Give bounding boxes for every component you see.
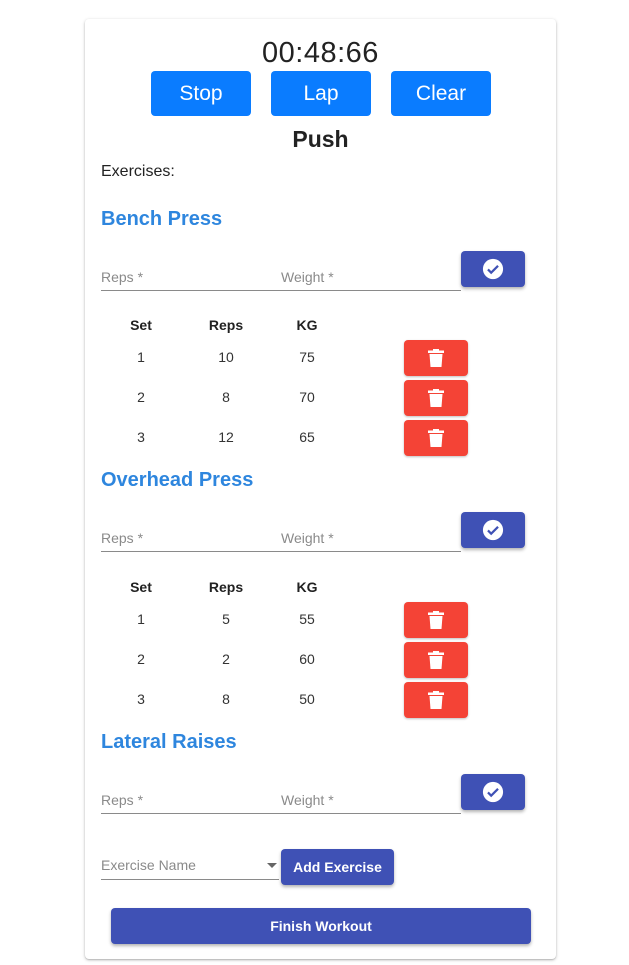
cell-kg: 50 <box>299 691 315 707</box>
exercise-title: Bench Press <box>101 208 223 230</box>
cell-set: 3 <box>137 429 145 445</box>
delete-set-button[interactable] <box>404 602 468 638</box>
delete-set-button[interactable] <box>404 420 468 456</box>
add-set-button[interactable] <box>461 251 525 287</box>
delete-set-button[interactable] <box>404 682 468 718</box>
exercise-title: Overhead Press <box>101 469 254 491</box>
finish-workout-button[interactable]: Finish Workout <box>111 908 531 944</box>
add-set-button[interactable] <box>461 512 525 548</box>
col-header-reps: Reps <box>208 317 244 333</box>
cell-reps: 10 <box>218 349 234 365</box>
cell-reps: 5 <box>222 611 230 627</box>
weight-input[interactable]: Weight * <box>281 789 461 814</box>
check-circle-icon <box>482 258 504 280</box>
add-set-button[interactable] <box>461 774 525 810</box>
reps-input[interactable]: Reps * <box>101 527 281 552</box>
lap-button[interactable]: Lap <box>271 71 371 116</box>
col-header-set: Set <box>130 579 152 595</box>
exercise-title: Lateral Raises <box>101 731 237 753</box>
col-header-set: Set <box>130 317 152 333</box>
workout-title: Push <box>292 126 349 152</box>
col-header-kg: KG <box>296 317 318 333</box>
check-circle-icon <box>482 519 504 541</box>
exercise-name-placeholder: Exercise Name <box>101 857 196 873</box>
delete-set-button[interactable] <box>404 340 468 376</box>
clear-button[interactable]: Clear <box>391 71 491 116</box>
weight-input[interactable]: Weight * <box>281 266 461 291</box>
delete-set-button[interactable] <box>404 642 468 678</box>
exercises-label: Exercises: <box>101 163 175 180</box>
trash-icon <box>428 611 444 629</box>
weight-label: Weight * <box>281 530 334 546</box>
workout-card: 00:48:66 Stop Lap Clear Push Exercises: … <box>85 19 556 959</box>
exercise-name-select[interactable]: Exercise Name <box>101 851 279 880</box>
weight-input[interactable]: Weight * <box>281 527 461 552</box>
cell-reps: 8 <box>222 389 230 405</box>
col-header-reps: Reps <box>208 579 244 595</box>
cell-kg: 65 <box>299 429 315 445</box>
check-circle-icon <box>482 781 504 803</box>
cell-kg: 75 <box>299 349 315 365</box>
reps-label: Reps * <box>101 269 144 285</box>
trash-icon <box>428 389 444 407</box>
add-exercise-button[interactable]: Add Exercise <box>281 849 394 885</box>
weight-label: Weight * <box>281 792 334 808</box>
cell-kg: 70 <box>299 389 315 405</box>
cell-reps: 2 <box>222 651 230 667</box>
trash-icon <box>428 349 444 367</box>
cell-kg: 60 <box>299 651 315 667</box>
cell-set: 1 <box>137 611 145 627</box>
caret-down-icon <box>267 863 277 868</box>
cell-set: 2 <box>137 389 145 405</box>
reps-label: Reps * <box>101 530 144 546</box>
trash-icon <box>428 429 444 447</box>
stopwatch-display: 00:48:66 <box>262 37 379 69</box>
cell-reps: 8 <box>222 691 230 707</box>
trash-icon <box>428 691 444 709</box>
delete-set-button[interactable] <box>404 380 468 416</box>
cell-set: 2 <box>137 651 145 667</box>
stop-button[interactable]: Stop <box>151 71 251 116</box>
cell-set: 3 <box>137 691 145 707</box>
cell-kg: 55 <box>299 611 315 627</box>
cell-reps: 12 <box>218 429 234 445</box>
cell-set: 1 <box>137 349 145 365</box>
reps-label: Reps * <box>101 792 144 808</box>
col-header-kg: KG <box>296 579 318 595</box>
reps-input[interactable]: Reps * <box>101 789 281 814</box>
reps-input[interactable]: Reps * <box>101 266 281 291</box>
trash-icon <box>428 651 444 669</box>
weight-label: Weight * <box>281 269 334 285</box>
